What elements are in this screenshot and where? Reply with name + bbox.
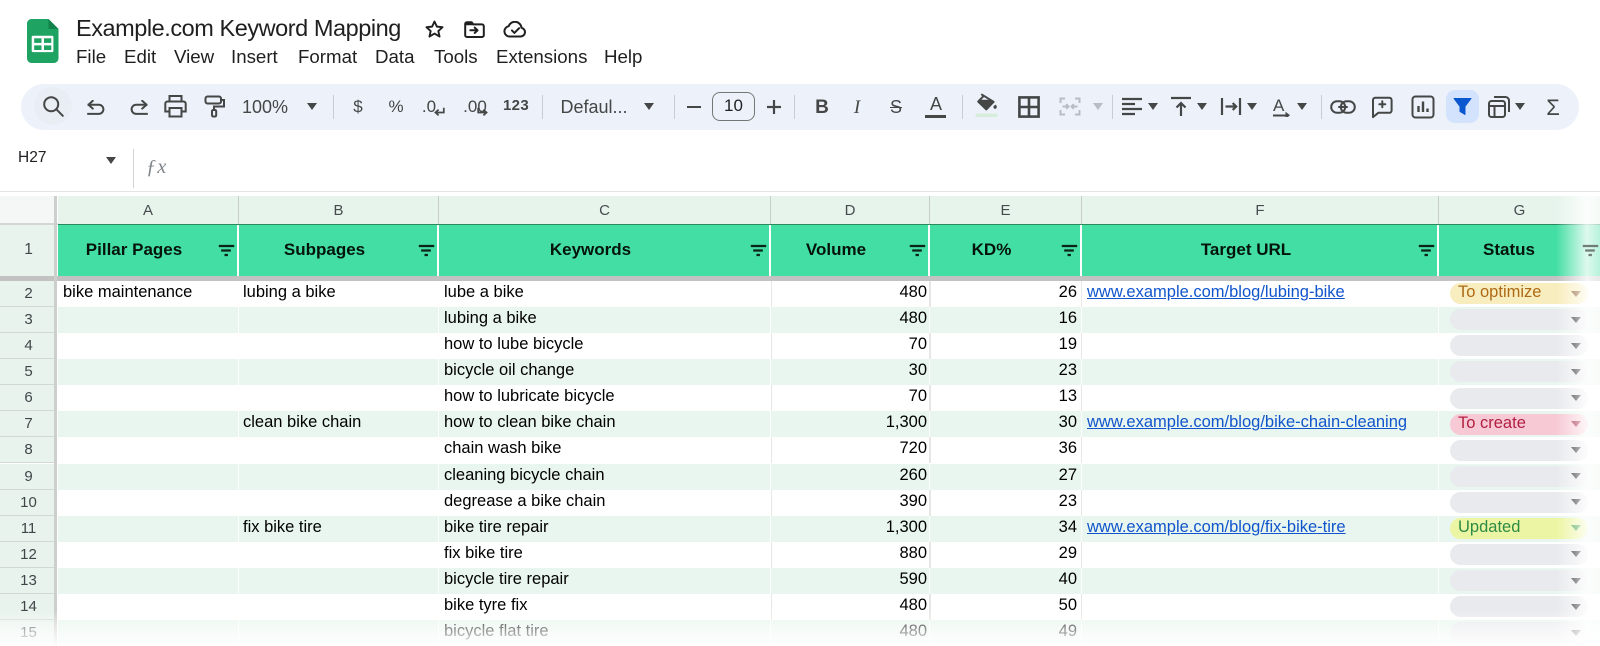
svg-text:A: A <box>1273 96 1285 115</box>
